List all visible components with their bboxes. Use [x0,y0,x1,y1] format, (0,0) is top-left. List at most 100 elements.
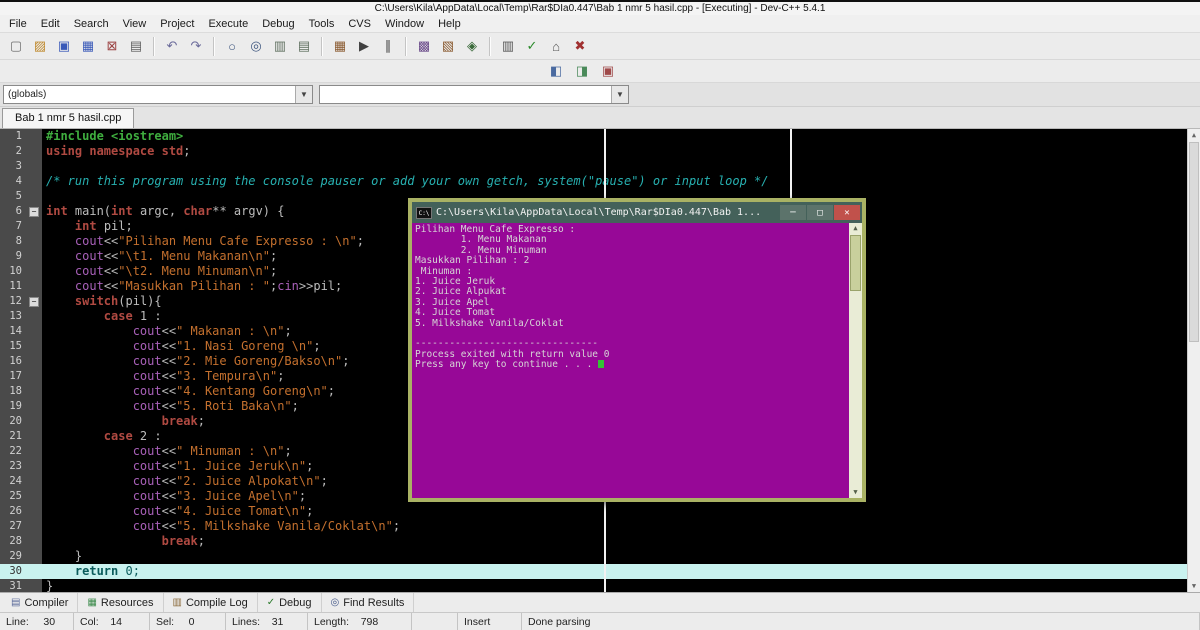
menu-tools[interactable]: Tools [302,17,342,31]
lines-indicator: Lines: 31 [226,613,308,630]
tab-label: Find Results [343,596,405,609]
next-bookmark-icon[interactable]: ▤ [293,36,315,57]
debug-icon[interactable]: ◈ [461,36,483,57]
console-scrollbar[interactable]: ▲ ▼ [849,223,862,498]
code-line[interactable]: 27 cout<<"5. Milkshake Vanila/Coklat\n"; [0,519,1200,534]
code-line[interactable]: 3 [0,159,1200,174]
chevron-down-icon[interactable]: ▼ [295,86,312,103]
code-line[interactable]: 30 return 0; [0,564,1200,579]
code-line[interactable]: 26 cout<<"4. Juice Tomat\n"; [0,504,1200,519]
console-line: 5. Milkshake Vanila/Coklat [415,317,564,329]
abort-icon[interactable]: ✖ [569,36,591,57]
toolbar-separator [405,36,407,56]
fold-margin: − [27,204,42,219]
fold-margin: − [27,294,42,309]
code-line[interactable]: 1 #include <iostream> [0,129,1200,144]
console-scrollbar-thumb[interactable] [850,235,861,291]
code-editor[interactable]: 1 #include <iostream> 2 using namespace std… [0,129,1200,592]
code-line[interactable]: 2 using namespace std; [0,144,1200,159]
menu-cvs[interactable]: CVS [341,17,378,31]
col-indicator: Col: 14 [74,613,150,630]
replace-icon[interactable]: ◎ [245,36,267,57]
save-all-icon[interactable]: ▦ [77,36,99,57]
code-text: cout<<"4. Juice Tomat\n"; [132,504,314,518]
rebuild-all-icon[interactable]: ▧ [437,36,459,57]
print-icon[interactable]: ▤ [125,36,147,57]
code-line[interactable]: 29 } [0,549,1200,564]
console-output: Pilihan Menu Cafe Expresso : 1. Menu Mak… [412,223,849,498]
line-number: 13 [0,309,27,324]
tab-resources[interactable]: ▦ Resources [78,593,164,612]
code-line[interactable]: 4 /* run this program using the console p… [0,174,1200,189]
find-icon[interactable]: ○ [221,36,243,57]
console-maximize-button[interactable]: □ [807,205,833,220]
line-number: 22 [0,444,27,459]
line-number: 1 [0,129,27,144]
code-line[interactable]: 31} [0,579,1200,592]
pause-icon[interactable]: ∥ [377,36,399,57]
code-line[interactable]: 28 break; [0,534,1200,549]
console-line: Press any key to continue . . . [415,359,849,370]
compile-run-icon[interactable]: ▩ [413,36,435,57]
check-syntax-icon[interactable]: ✓ [521,36,543,57]
goto-line-icon[interactable]: ▥ [269,36,291,57]
redo-icon[interactable]: ↷ [185,36,207,57]
undo-icon[interactable]: ↶ [161,36,183,57]
line-number: 3 [0,159,27,174]
console-line: Masukkan Pilihan : 2 [415,255,530,267]
fold-collapse-icon[interactable]: − [29,206,39,217]
run-icon[interactable]: ▶ [353,36,375,57]
window-title: C:\Users\Kila\AppData\Local\Temp\Rar$DIa… [374,3,826,14]
scroll-up-icon[interactable]: ▲ [1188,129,1200,141]
package-manager-icon[interactable]: ⌂ [545,36,567,57]
code-text: } [46,579,54,592]
menu-file[interactable]: File [2,17,34,31]
scroll-up-icon[interactable]: ▲ [849,223,862,234]
menu-edit[interactable]: Edit [34,17,67,31]
menu-debug[interactable]: Debug [255,17,301,31]
fold-margin [27,579,42,592]
editor-scrollbar[interactable]: ▲ ▼ [1187,129,1200,592]
console-title-bar[interactable]: C:\ C:\Users\Kila\AppData\Local\Temp\Rar… [412,202,862,223]
dock-right-icon[interactable]: ◧ [544,61,568,82]
editor-tab[interactable]: Bab 1 nmr 5 hasil.cpp [2,108,135,128]
tab-compile-log[interactable]: ▥ Compile Log [164,593,258,612]
console-minimize-button[interactable]: ─ [780,205,806,220]
chevron-down-icon[interactable]: ▼ [611,86,628,103]
profile-icon[interactable]: ▥ [497,36,519,57]
menu-window[interactable]: Window [378,17,431,31]
console-close-button[interactable]: ✕ [834,205,860,220]
new-file-icon[interactable]: ▢ [5,36,27,57]
status-bar: Line: 30 Col: 14 Sel: 0 Lines: 31 Length: 79… [0,612,1200,630]
compile-icon[interactable]: ▦ [329,36,351,57]
menu-view[interactable]: View [116,17,154,31]
close-file-icon[interactable]: ⊠ [101,36,123,57]
fold-margin [27,354,42,369]
scroll-down-icon[interactable]: ▼ [1188,580,1200,592]
resources-icon: ▦ [87,597,97,608]
save-icon[interactable]: ▣ [53,36,75,57]
scrollbar-thumb[interactable] [1189,142,1199,342]
fold-margin [27,339,42,354]
dock-left-icon[interactable]: ◨ [570,61,594,82]
console-window[interactable]: C:\ C:\Users\Kila\AppData\Local\Temp\Rar… [408,198,866,502]
tab-find-results[interactable]: ◎ Find Results [322,593,415,612]
code-text: break; [161,534,205,548]
line-number: 16 [0,354,27,369]
line-number: 25 [0,489,27,504]
tab-compiler[interactable]: ▤ Compiler [2,593,79,612]
globals-combobox[interactable]: (globals) ▼ [3,85,313,104]
scroll-down-icon[interactable]: ▼ [849,487,862,498]
members-combobox[interactable]: ▼ [319,85,629,104]
menu-project[interactable]: Project [153,17,201,31]
line-number: 19 [0,399,27,414]
margin-line-2 [790,129,792,198]
menu-help[interactable]: Help [431,17,468,31]
float-report-window-icon[interactable]: ▣ [596,61,620,82]
tab-debug[interactable]: ✓ Debug [258,593,322,612]
fold-collapse-icon[interactable]: − [29,296,39,307]
open-file-icon[interactable]: ▨ [29,36,51,57]
line-number: 6 [0,204,27,219]
menu-execute[interactable]: Execute [201,17,255,31]
menu-search[interactable]: Search [67,17,116,31]
